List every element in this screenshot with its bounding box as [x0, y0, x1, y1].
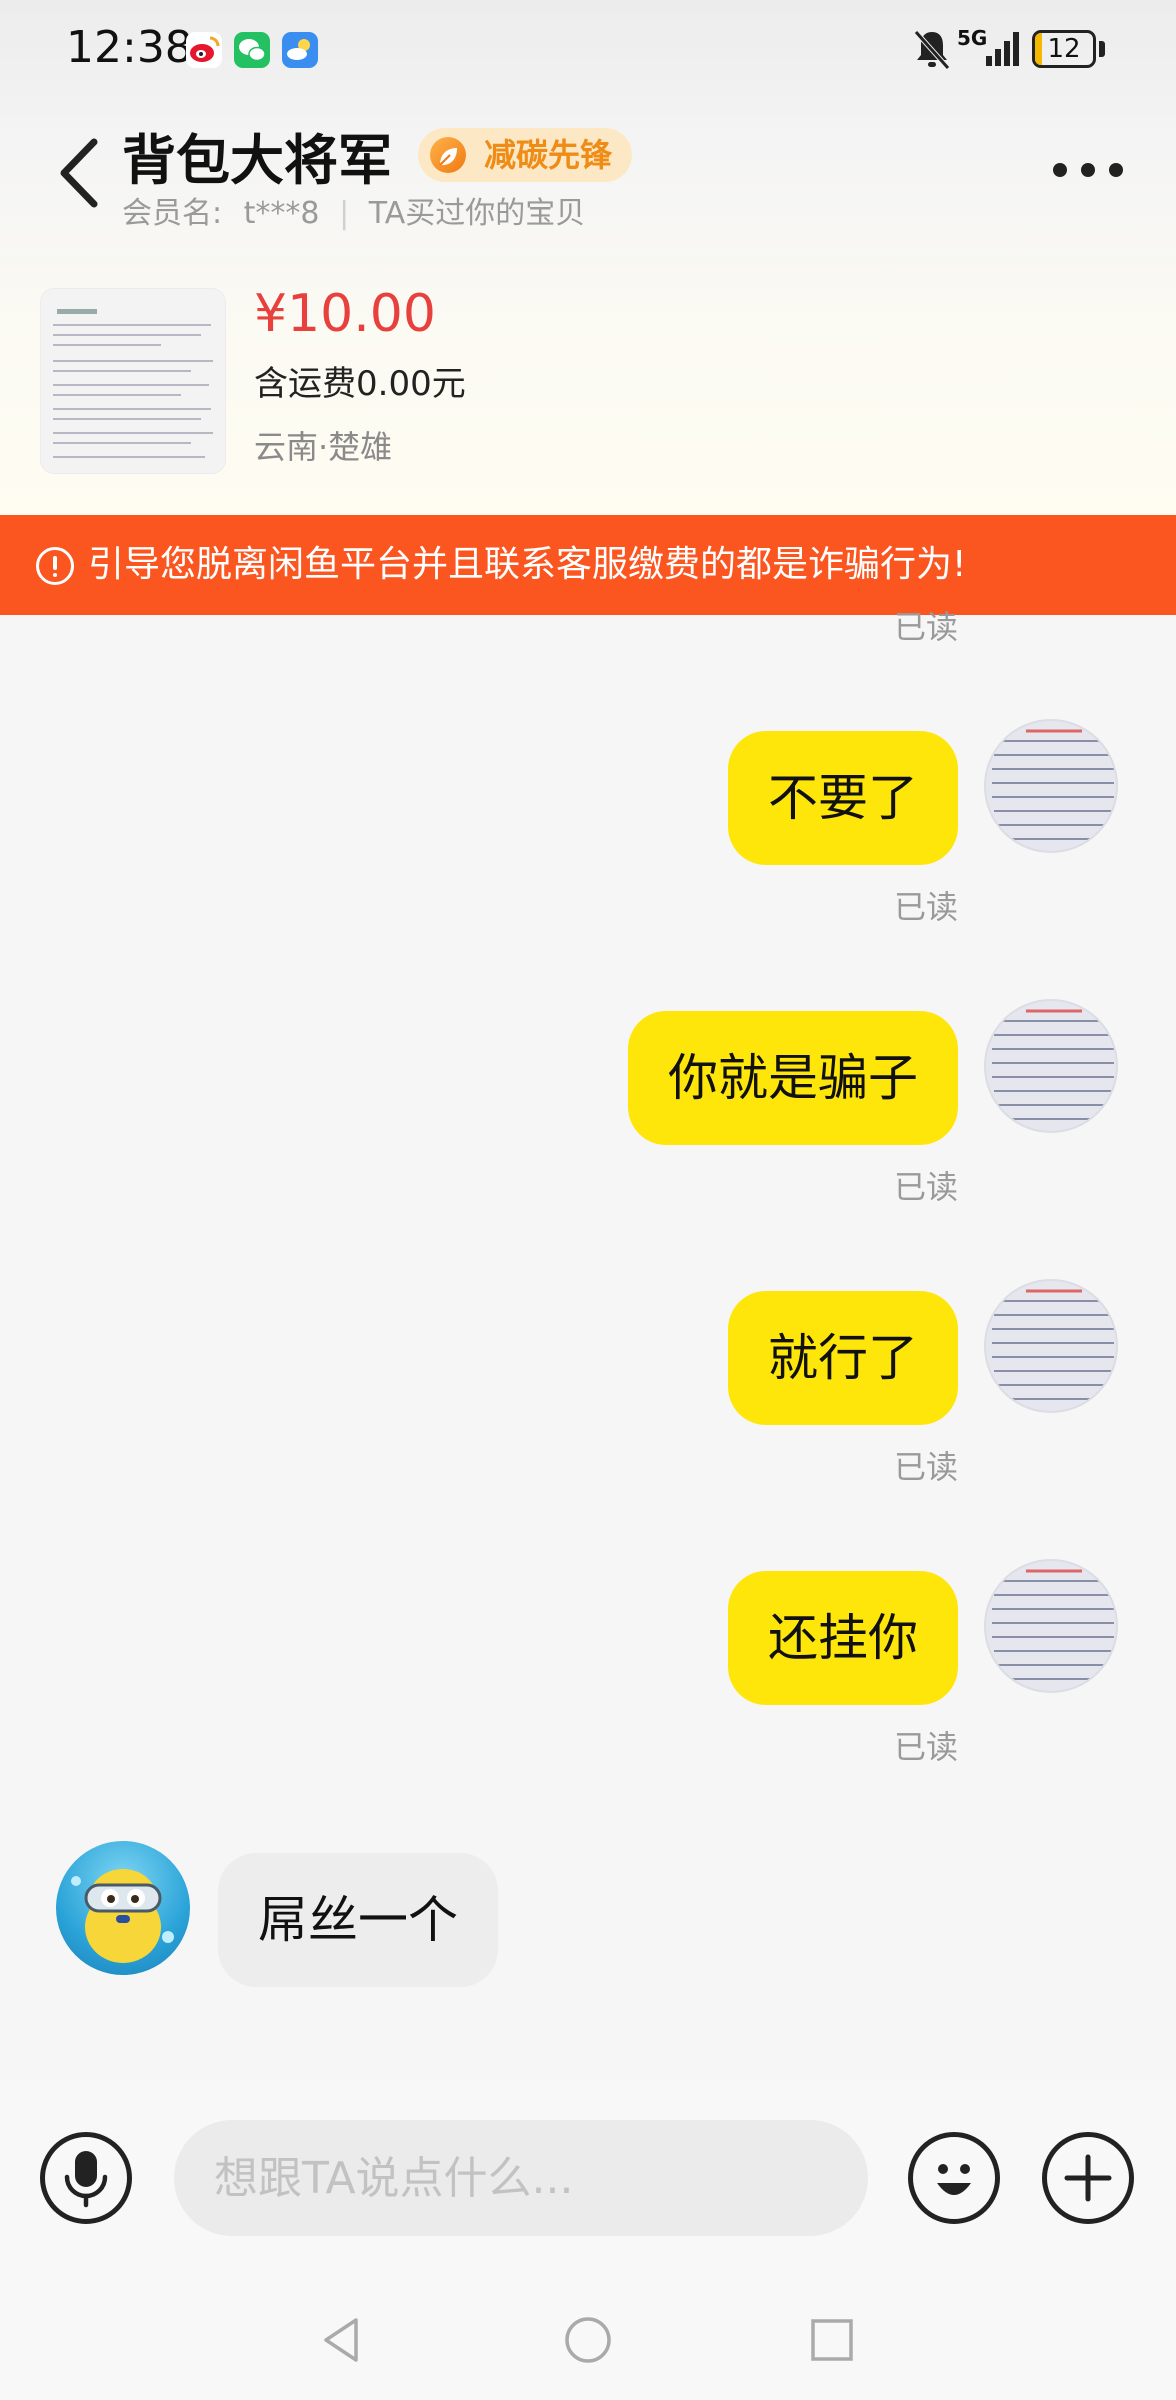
- wechat-icon: [234, 32, 270, 68]
- product-location: 云南·楚雄: [254, 428, 393, 466]
- product-price: ¥10.00: [254, 284, 436, 344]
- leaf-icon: [430, 137, 466, 173]
- self-avatar[interactable]: [984, 719, 1118, 853]
- outgoing-message[interactable]: 你就是骗子: [628, 1011, 958, 1145]
- self-avatar[interactable]: [984, 1279, 1118, 1413]
- alert-icon: [36, 547, 74, 585]
- network-type: 5G: [957, 26, 988, 50]
- back-button[interactable]: [50, 128, 110, 218]
- mute-icon: [912, 28, 952, 76]
- weather-icon: [282, 32, 318, 68]
- read-receipt: 已读: [893, 888, 958, 926]
- battery-tip: [1099, 41, 1105, 57]
- nav-recents-button[interactable]: [802, 2310, 862, 2370]
- smiley-icon: [937, 2164, 971, 2195]
- document-image: [53, 309, 213, 458]
- outgoing-message[interactable]: 就行了: [728, 1291, 958, 1425]
- plus-icon: [1064, 2154, 1112, 2202]
- nav-back-button[interactable]: [312, 2310, 372, 2370]
- triangle-back-icon: [324, 2318, 358, 2362]
- product-shipping: 含运费0.00元: [254, 364, 466, 404]
- carbon-badge[interactable]: 减碳先锋: [418, 128, 633, 182]
- add-button[interactable]: [1042, 2132, 1134, 2224]
- more-options-button[interactable]: [1050, 150, 1126, 190]
- status-time: 12:38: [66, 22, 193, 73]
- voice-button[interactable]: [40, 2132, 132, 2224]
- read-receipt: 已读: [893, 1448, 958, 1486]
- message-input[interactable]: [174, 2120, 868, 2236]
- self-avatar[interactable]: [984, 1559, 1118, 1693]
- circle-home-icon: [565, 2317, 611, 2363]
- badge-label: 减碳先锋: [484, 136, 613, 174]
- fraud-warning-banner: 引导您脱离闲鱼平台并且联系客服缴费的都是诈骗行为!: [0, 515, 1176, 615]
- read-receipt: 已读: [893, 1728, 958, 1766]
- emoji-button[interactable]: [908, 2132, 1000, 2224]
- member-label: 会员名:: [122, 196, 223, 231]
- signal-icon: [984, 28, 1024, 72]
- more-icon: [1053, 163, 1123, 177]
- self-avatar[interactable]: [984, 999, 1118, 1133]
- chevron-left-icon: [60, 138, 98, 208]
- product-thumbnail[interactable]: [40, 288, 226, 474]
- square-recents-icon: [811, 2319, 853, 2361]
- member-name: t***8: [243, 196, 320, 231]
- member-info: 会员名: t***8 | TA买过你的宝贝: [122, 188, 585, 232]
- outgoing-message[interactable]: 不要了: [728, 731, 958, 865]
- shop-title[interactable]: 背包大将军: [122, 116, 392, 195]
- warning-text: 引导您脱离闲鱼平台并且联系客服缴费的都是诈骗行为!: [88, 544, 967, 585]
- outgoing-message[interactable]: 还挂你: [728, 1571, 958, 1705]
- contact-avatar[interactable]: [56, 1841, 190, 1975]
- status-bar: 12:38 5G 12: [0, 0, 1176, 100]
- battery-text: 12: [1047, 34, 1081, 64]
- weibo-icon: [186, 32, 222, 68]
- nav-home-button[interactable]: [558, 2310, 618, 2370]
- separator: |: [339, 196, 350, 231]
- read-receipt: 已读: [893, 608, 958, 646]
- incoming-message[interactable]: 屌丝一个: [218, 1853, 498, 1987]
- read-receipt: 已读: [893, 1168, 958, 1206]
- microphone-icon: [64, 2151, 108, 2208]
- battery-icon: 12: [1032, 30, 1096, 68]
- member-note: TA买过你的宝贝: [368, 196, 586, 231]
